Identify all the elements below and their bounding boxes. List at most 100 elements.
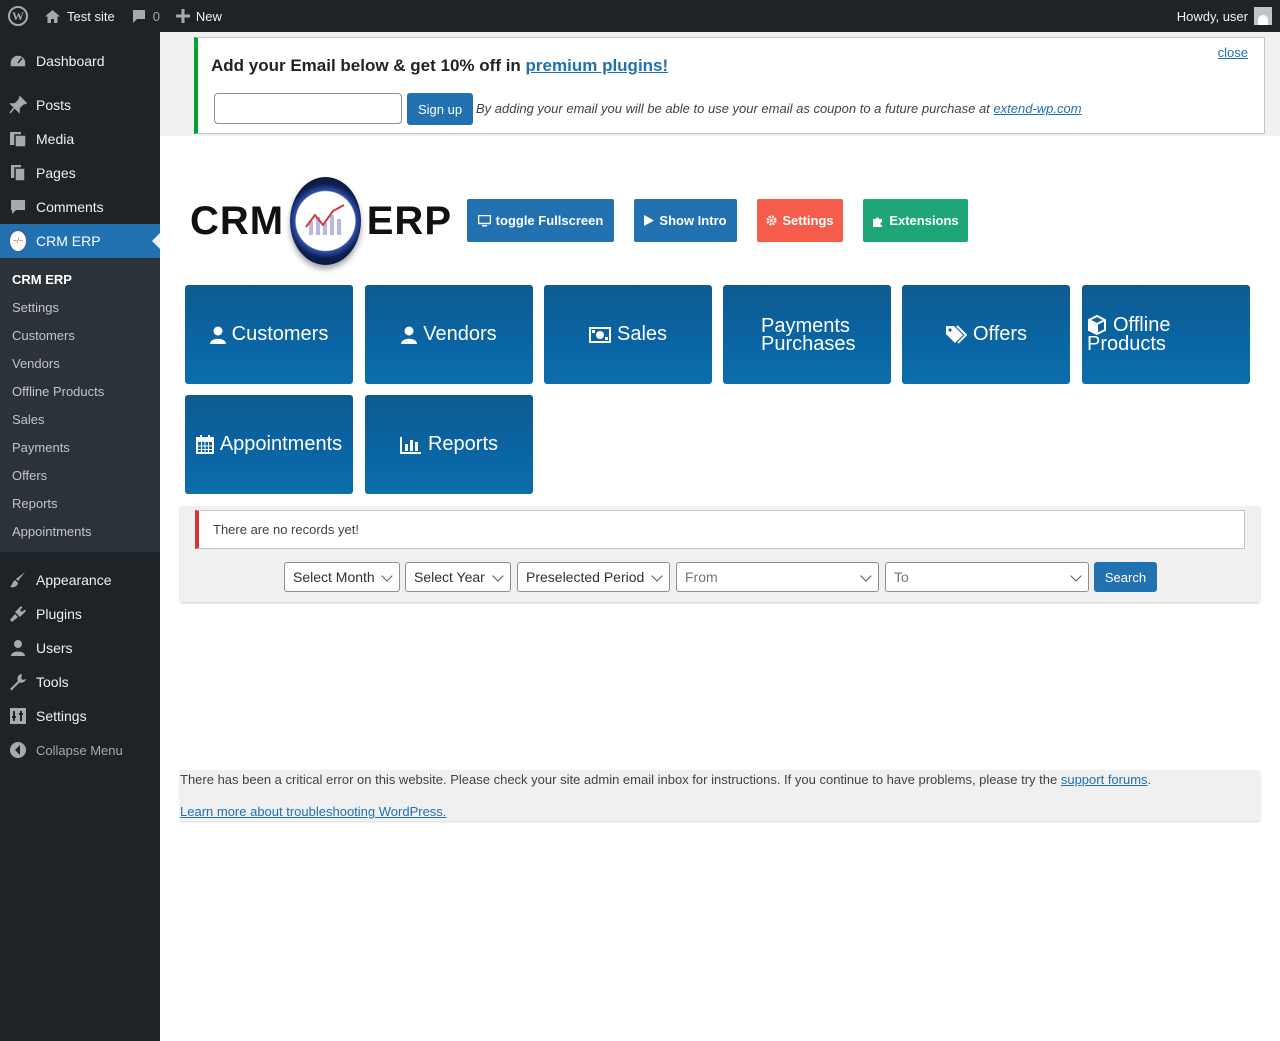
tile-label-line2: Products — [1087, 333, 1166, 355]
submenu-item-appointments[interactable]: Appointments — [0, 517, 160, 545]
period: . — [1147, 772, 1152, 787]
submenu-item-customers[interactable]: Customers — [0, 321, 160, 349]
critical-error-text: There has been a critical error on this … — [180, 772, 1151, 787]
promo-title: Add your Email below & get 10% off in pr… — [211, 56, 668, 76]
email-input[interactable] — [214, 93, 402, 124]
to-date-dropdown[interactable]: To — [885, 562, 1089, 592]
tile-label: Vendors — [423, 323, 497, 345]
sidebar-item-dashboard[interactable]: Dashboard — [0, 43, 160, 79]
admin-bar: W Test site 0 New Howdy, user — [0, 0, 1280, 32]
submenu-item-crm-erp[interactable]: CRM ERP — [0, 265, 160, 293]
home-icon — [44, 9, 61, 24]
calendar-icon — [195, 435, 214, 454]
close-notice-link[interactable]: close — [1218, 45, 1248, 60]
howdy-greeting: Howdy, user — [1176, 8, 1248, 24]
troubleshooting-link[interactable]: Learn more about troubleshooting WordPre… — [180, 804, 446, 819]
tile-label-line1-wrap: Offline — [1087, 315, 1170, 335]
chevron-down-icon — [381, 570, 393, 582]
premium-plugins-link[interactable]: premium plugins! — [526, 56, 669, 75]
tile-label-line2: Purchases — [761, 332, 856, 355]
to-placeholder: To — [894, 569, 909, 585]
gear-icon — [766, 215, 777, 226]
preselected-period-dropdown[interactable]: Preselected Period — [517, 562, 670, 592]
bar-chart-icon — [399, 436, 421, 454]
wrench-icon — [8, 673, 28, 691]
support-forums-link[interactable]: support forums — [1061, 772, 1148, 787]
my-account-link[interactable]: Howdy, user — [1177, 7, 1280, 25]
sidebar-item-label: Tools — [36, 674, 69, 690]
site-name-link[interactable]: Test site — [36, 0, 123, 32]
wordpress-icon: W — [8, 6, 28, 26]
tile-vendors[interactable]: Vendors — [365, 285, 533, 384]
sidebar-item-plugins[interactable]: Plugins — [0, 597, 160, 631]
new-content-link[interactable]: New — [168, 0, 230, 32]
tile-offers[interactable]: Offers — [902, 285, 1070, 384]
sidebar-item-posts[interactable]: Posts — [0, 88, 160, 122]
submenu-item-reports[interactable]: Reports — [0, 489, 160, 517]
extensions-button[interactable]: Extensions — [863, 199, 968, 242]
submenu-item-settings[interactable]: Settings — [0, 293, 160, 321]
media-icon — [8, 130, 28, 148]
sidebar-item-users[interactable]: Users — [0, 631, 160, 665]
sidebar-item-label: Pages — [36, 165, 76, 181]
settings-button[interactable]: Settings — [757, 199, 843, 242]
from-placeholder: From — [685, 569, 718, 585]
sidebar-item-label: Settings — [36, 708, 87, 724]
no-records-notice: There are no records yet! — [195, 510, 1245, 549]
submenu-item-offline-products[interactable]: Offline Products — [0, 377, 160, 405]
wp-logo-button[interactable]: W — [0, 0, 36, 32]
show-intro-label: Show Intro — [659, 213, 727, 228]
play-icon — [644, 215, 655, 226]
tile-payments-purchases[interactable]: Payments Purchases — [723, 285, 891, 384]
plug-icon — [8, 605, 28, 623]
user-icon — [8, 639, 28, 657]
sidebar-item-label: Appearance — [36, 572, 112, 588]
submenu-item-sales[interactable]: Sales — [0, 405, 160, 433]
sidebar-item-media[interactable]: Media — [0, 122, 160, 156]
promo-notice: Add your Email below & get 10% off in pr… — [194, 37, 1265, 134]
select-month-dropdown[interactable]: Select Month — [284, 562, 400, 592]
select-year-dropdown[interactable]: Select Year — [405, 562, 511, 592]
submenu-item-payments[interactable]: Payments — [0, 433, 160, 461]
pin-icon — [8, 96, 28, 114]
chevron-down-icon — [492, 570, 504, 582]
show-intro-button[interactable]: Show Intro — [634, 199, 737, 242]
signup-button[interactable]: Sign up — [407, 93, 473, 125]
toggle-fullscreen-button[interactable]: toggle Fullscreen — [467, 199, 614, 242]
sidebar-item-comments[interactable]: Comments — [0, 190, 160, 224]
new-label: New — [195, 8, 222, 24]
tile-customers[interactable]: Customers — [185, 285, 353, 384]
money-icon — [588, 326, 611, 343]
crm-erp-icon: ~/~ — [8, 229, 28, 253]
sidebar-item-settings[interactable]: Settings — [0, 699, 160, 733]
tile-reports[interactable]: Reports — [365, 395, 533, 494]
tile-label-line1: Offline — [1113, 313, 1171, 336]
sidebar-item-tools[interactable]: Tools — [0, 665, 160, 699]
tile-offline-products[interactable]: Offline Products — [1082, 285, 1250, 384]
extend-wp-link[interactable]: extend-wp.com — [993, 101, 1081, 116]
sidebar-item-label: CRM ERP — [36, 233, 101, 249]
sidebar-item-appearance[interactable]: Appearance — [0, 563, 160, 597]
tile-label-line1: Payments — [761, 314, 850, 337]
submenu-item-vendors[interactable]: Vendors — [0, 349, 160, 377]
promo-description-text: By adding your email you will be able to… — [476, 101, 990, 116]
from-date-dropdown[interactable]: From — [676, 562, 879, 592]
settings-label: Settings — [782, 213, 834, 228]
tile-appointments[interactable]: Appointments — [185, 395, 353, 494]
comments-link[interactable]: 0 — [123, 0, 168, 32]
tags-icon — [945, 324, 967, 344]
chevron-down-icon — [1070, 570, 1082, 582]
submenu-item-offers[interactable]: Offers — [0, 461, 160, 489]
logo-word-crm: CRM — [190, 198, 285, 243]
admin-sidebar: Dashboard Posts Media Pages Comments ~/~… — [0, 32, 160, 1041]
sidebar-item-pages[interactable]: Pages — [0, 156, 160, 190]
dashboard-icon — [8, 53, 28, 69]
search-button[interactable]: Search — [1094, 562, 1157, 592]
settings-icon — [8, 707, 28, 725]
pages-icon — [8, 164, 28, 182]
tile-sales[interactable]: Sales — [544, 285, 712, 384]
tile-label: Appointments — [219, 433, 343, 455]
sidebar-item-crm-erp[interactable]: ~/~ CRM ERP — [0, 224, 160, 258]
chart-logo-icon — [290, 177, 361, 265]
collapse-menu-button[interactable]: Collapse Menu — [0, 733, 160, 767]
